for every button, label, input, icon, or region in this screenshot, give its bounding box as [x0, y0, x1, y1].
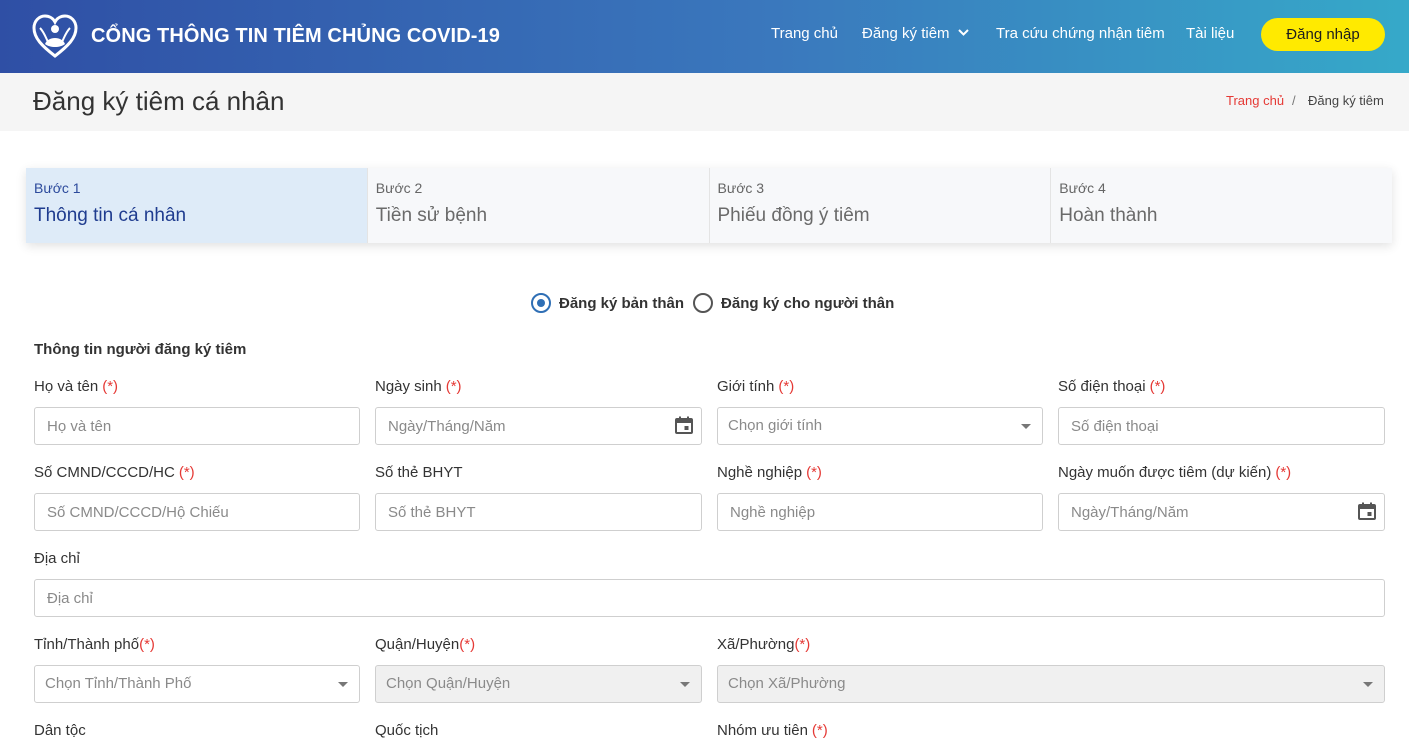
- required-mark: (*): [459, 636, 476, 653]
- step-name: Thông tin cá nhân: [34, 205, 187, 226]
- nav-certificate-lookup[interactable]: Tra cứu chứng nhận tiêm: [996, 25, 1165, 42]
- step-3: Bước 3 Phiếu đồng ý tiêm: [710, 168, 1052, 243]
- step-indicator: Bước 1 Thông tin cá nhân Bước 2 Tiền sử …: [26, 168, 1392, 243]
- step-1: Bước 1 Thông tin cá nhân: [26, 168, 368, 243]
- occupation-label-text: Nghề nghiệp: [717, 464, 803, 481]
- breadcrumb-current: Đăng ký tiêm: [1308, 93, 1384, 108]
- gender-label: Giới tính (*): [717, 378, 794, 395]
- insurance-input[interactable]: [375, 493, 702, 531]
- required-mark: (*): [178, 464, 195, 481]
- district-label: Quận/Huyện(*): [375, 636, 475, 653]
- desired-date-label: Ngày muốn được tiêm (dự kiến) (*): [1058, 464, 1291, 481]
- district-label-text: Quận/Huyện: [375, 636, 460, 653]
- required-mark: (*): [811, 722, 828, 739]
- ward-label-text: Xã/Phường: [717, 636, 795, 653]
- dob-label-text: Ngày sinh: [375, 378, 442, 395]
- id-number-label-text: Số CMND/CCCD/HC: [34, 464, 175, 481]
- priority-group-label: Nhóm ưu tiên (*): [717, 722, 828, 739]
- form-section-title: Thông tin người đăng ký tiêm: [34, 341, 247, 358]
- radio-register-self[interactable]: [531, 293, 551, 313]
- fullname-label: Họ và tên (*): [34, 378, 118, 395]
- nav-home[interactable]: Trang chủ: [771, 25, 838, 42]
- required-mark: (*): [1149, 378, 1166, 395]
- step-2: Bước 2 Tiền sử bệnh: [368, 168, 710, 243]
- occupation-label: Nghề nghiệp (*): [717, 464, 822, 481]
- id-number-input[interactable]: [34, 493, 360, 531]
- breadcrumb-home[interactable]: Trang chủ: [1226, 93, 1284, 108]
- caret-down-icon: [338, 682, 348, 687]
- nav-documents[interactable]: Tài liệu: [1186, 25, 1234, 42]
- gender-label-text: Giới tính: [717, 378, 775, 395]
- page-title: Đăng ký tiêm cá nhân: [33, 86, 285, 116]
- required-mark: (*): [1275, 464, 1292, 481]
- id-number-label: Số CMND/CCCD/HC (*): [34, 464, 195, 481]
- phone-label: Số điện thoại (*): [1058, 378, 1165, 395]
- nationality-label: Quốc tịch: [375, 722, 439, 739]
- step-4: Bước 4 Hoàn thành: [1051, 168, 1392, 243]
- ward-select[interactable]: Chọn Xã/Phường: [717, 665, 1385, 703]
- calendar-icon[interactable]: [675, 416, 693, 434]
- required-mark: (*): [445, 378, 462, 395]
- page-title-band: Đăng ký tiêm cá nhân Trang chủ / Đăng ký…: [0, 73, 1409, 131]
- gender-select[interactable]: Chọn giới tính: [717, 407, 1043, 445]
- address-label: Địa chỉ: [34, 550, 80, 567]
- desired-date-label-text: Ngày muốn được tiêm (dự kiến): [1058, 464, 1272, 481]
- fullname-label-text: Họ và tên: [34, 378, 99, 395]
- caret-down-icon: [680, 682, 690, 687]
- step-number: Bước 2: [375, 180, 423, 196]
- address-input[interactable]: [34, 579, 1385, 617]
- province-label-text: Tỉnh/Thành phố: [34, 636, 140, 653]
- step-number: Bước 4: [1059, 180, 1106, 196]
- nav-register[interactable]: Đăng ký tiêm: [862, 25, 969, 42]
- fullname-input[interactable]: [34, 407, 360, 445]
- district-select[interactable]: Chọn Quận/Huyện: [375, 665, 702, 703]
- required-mark: (*): [806, 464, 822, 481]
- calendar-icon[interactable]: [1358, 502, 1376, 520]
- heart-logo-icon[interactable]: [32, 14, 78, 58]
- phone-label-text: Số điện thoại: [1058, 378, 1146, 395]
- login-button[interactable]: Đăng nhập: [1261, 18, 1385, 51]
- nav-register-label: Đăng ký tiêm: [862, 25, 950, 42]
- insurance-label: Số thẻ BHYT: [375, 464, 463, 481]
- step-number: Bước 1: [34, 180, 81, 196]
- chevron-down-icon: [957, 29, 969, 36]
- ethnicity-label: Dân tộc: [34, 722, 86, 739]
- district-select-value: Chọn Quận/Huyện: [386, 675, 511, 692]
- ward-select-value: Chọn Xã/Phường: [728, 675, 846, 692]
- phone-input[interactable]: [1058, 407, 1385, 445]
- required-mark: (*): [139, 636, 155, 653]
- step-name: Phiếu đồng ý tiêm: [717, 205, 870, 226]
- step-name: Tiền sử bệnh: [375, 205, 488, 226]
- dob-input[interactable]: [375, 407, 702, 445]
- province-label: Tỉnh/Thành phố(*): [34, 636, 155, 653]
- top-navbar: CỔNG THÔNG TIN TIÊM CHỦNG COVID-19 Trang…: [0, 0, 1409, 73]
- radio-register-relative-label[interactable]: Đăng ký cho người thân: [721, 295, 894, 312]
- step-number: Bước 3: [717, 180, 765, 196]
- ward-label: Xã/Phường(*): [717, 636, 810, 653]
- breadcrumb-separator: /: [1292, 93, 1296, 108]
- gender-select-value: Chọn giới tính: [728, 417, 823, 434]
- province-select[interactable]: Chọn Tỉnh/Thành Phố: [34, 665, 360, 703]
- radio-register-self-label[interactable]: Đăng ký bản thân: [559, 295, 684, 312]
- required-mark: (*): [778, 378, 795, 395]
- priority-group-label-text: Nhóm ưu tiên: [717, 722, 808, 739]
- province-select-value: Chọn Tỉnh/Thành Phố: [45, 675, 192, 692]
- dob-label: Ngày sinh (*): [375, 378, 462, 395]
- required-mark: (*): [102, 378, 119, 395]
- required-mark: (*): [794, 636, 811, 653]
- desired-date-input[interactable]: [1058, 493, 1385, 531]
- occupation-input[interactable]: [717, 493, 1043, 531]
- caret-down-icon: [1363, 682, 1373, 687]
- brand-title[interactable]: CỔNG THÔNG TIN TIÊM CHỦNG COVID-19: [91, 25, 500, 48]
- step-name: Hoàn thành: [1059, 205, 1158, 226]
- caret-down-icon: [1021, 424, 1031, 429]
- registration-type-group: Đăng ký bản thân Đăng ký cho người thân: [531, 293, 903, 313]
- radio-register-relative[interactable]: [693, 293, 714, 313]
